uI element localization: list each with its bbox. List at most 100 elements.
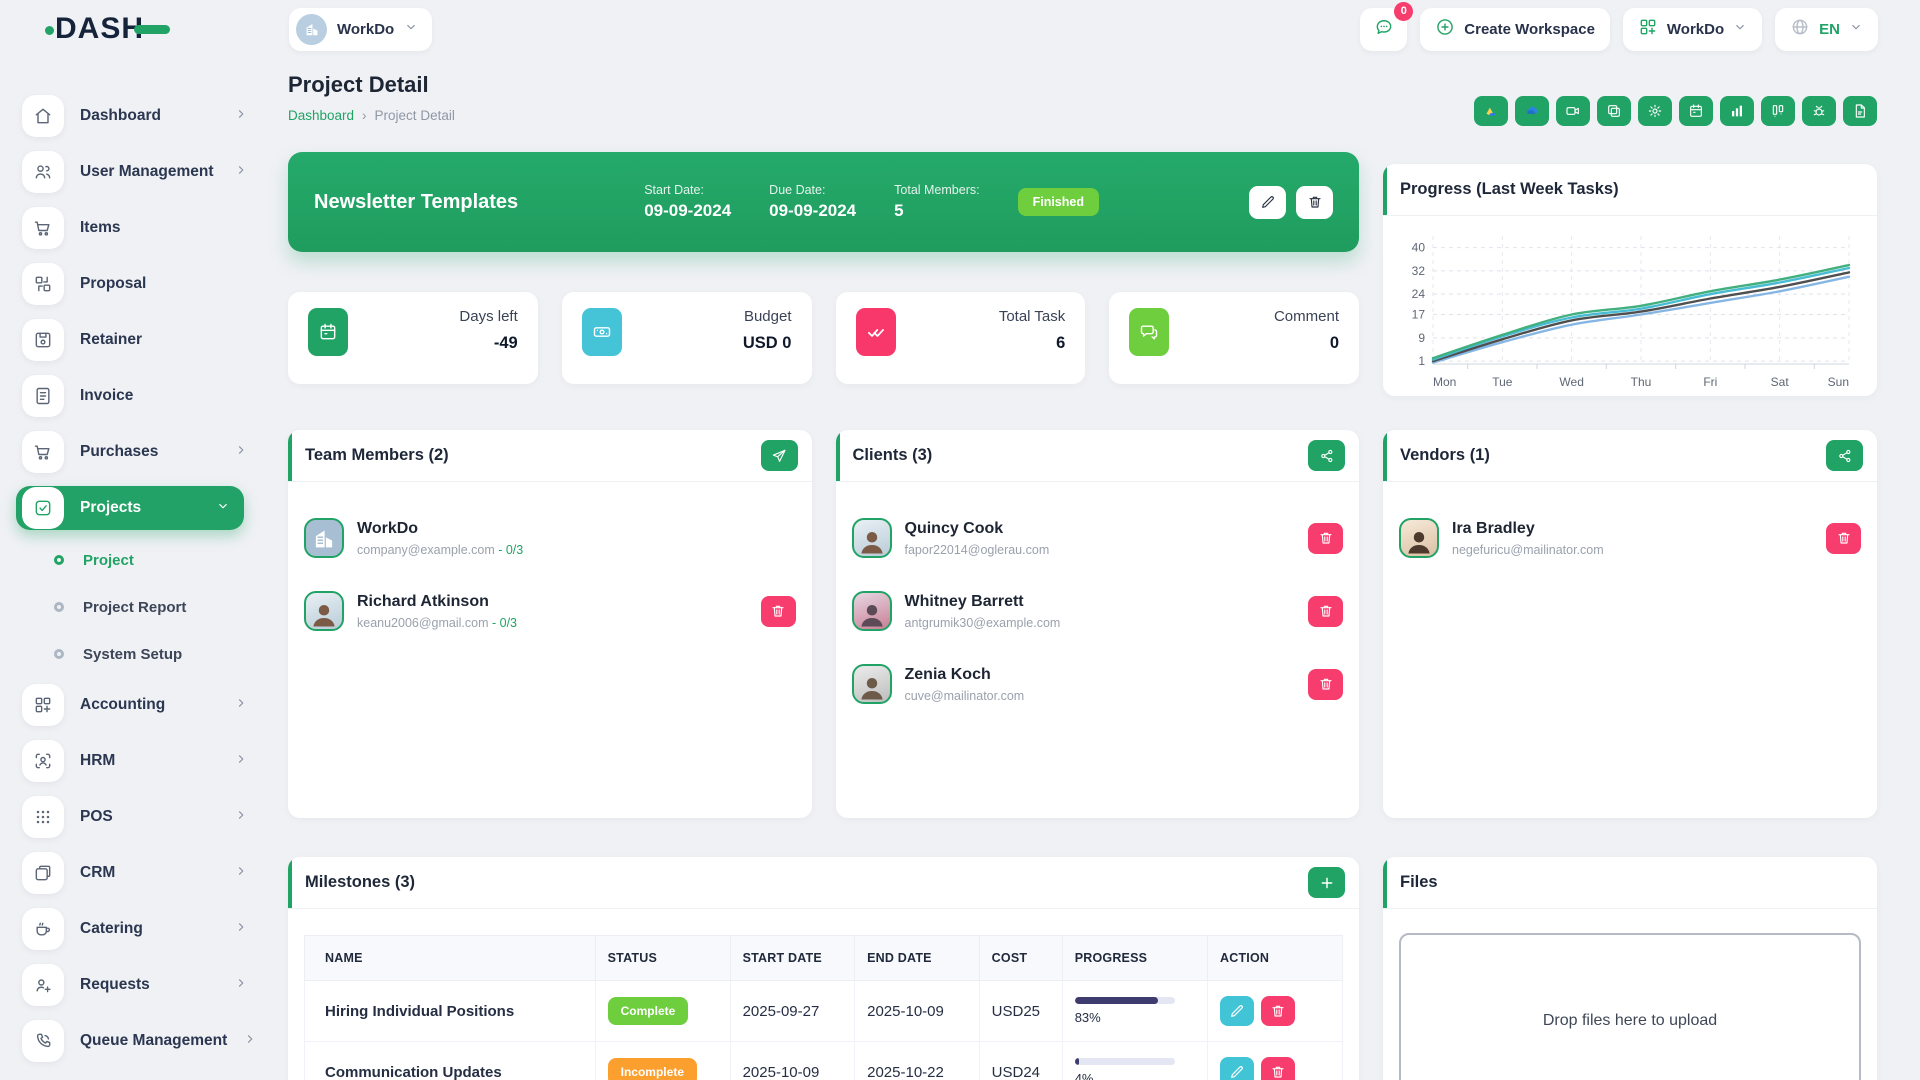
task-fraction: - 0/3	[498, 543, 523, 557]
file-toolbar-button[interactable]	[1843, 96, 1877, 126]
stat-value: 0	[1274, 334, 1339, 353]
logo-dot	[45, 26, 54, 35]
member-email: antgrumik30@example.com	[905, 616, 1061, 630]
sidebar-subitem-project-report[interactable]: Project Report	[16, 589, 262, 625]
gear-toolbar-button[interactable]	[1638, 96, 1672, 126]
sidebar-item-projects[interactable]: Projects	[16, 486, 244, 530]
delete-button[interactable]	[1308, 596, 1343, 627]
share-clients-button[interactable]	[1308, 440, 1345, 471]
stat-card-budget: BudgetUSD 0	[562, 292, 812, 384]
chevron-down-icon	[404, 20, 418, 39]
file-icon	[1852, 103, 1868, 119]
panel-title: Vendors (1)	[1400, 446, 1490, 465]
kanban-toolbar-button[interactable]	[1761, 96, 1795, 126]
panel-title: Progress (Last Week Tasks)	[1400, 180, 1619, 199]
sidebar-item-label: Requests	[80, 976, 218, 994]
sidebar-item-accounting[interactable]: Accounting	[16, 683, 262, 727]
sidebar-item-crm[interactable]: CRM	[16, 851, 262, 895]
sidebar-item-requests[interactable]: Requests	[16, 963, 262, 1007]
sidebar-icon-card	[22, 1020, 64, 1062]
sidebar-item-dashboard[interactable]: Dashboard	[16, 94, 262, 138]
pencil-icon	[1260, 194, 1276, 210]
workspace-switcher[interactable]: WorkDo	[1623, 8, 1762, 51]
milestone-name: Communication Updates	[305, 1042, 596, 1080]
sidebar-item-purchases[interactable]: Purchases	[16, 430, 262, 474]
drive-toolbar-button[interactable]	[1474, 96, 1508, 126]
workspace-pill[interactable]: WorkDo	[289, 8, 432, 51]
kanban-icon	[1770, 103, 1786, 119]
table-row: Communication UpdatesIncomplete2025-10-0…	[305, 1042, 1343, 1080]
delete-button[interactable]	[761, 596, 796, 627]
invite-member-button[interactable]	[761, 440, 798, 471]
edit-milestone-button[interactable]	[1220, 996, 1254, 1026]
edit-project-button[interactable]	[1249, 186, 1286, 219]
trash-icon	[1270, 1064, 1286, 1080]
sidebar-item-invoice[interactable]: Invoice	[16, 374, 262, 418]
stat-value: 6	[999, 334, 1065, 353]
delete-button[interactable]	[1826, 523, 1861, 554]
workspace-avatar	[296, 14, 327, 45]
sidebar-item-hrm[interactable]: HRM	[16, 739, 262, 783]
banknote-icon	[592, 322, 612, 342]
onedrive-toolbar-button[interactable]	[1515, 96, 1549, 126]
breadcrumb-dashboard-link[interactable]: Dashboard	[288, 108, 354, 123]
create-workspace-button[interactable]: Create Workspace	[1420, 8, 1610, 51]
sidebar-item-retainer[interactable]: Retainer	[16, 318, 262, 362]
list-item: Quincy Cookfapor22014@oglerau.com	[852, 518, 1344, 558]
sidebar-subitem-system-setup[interactable]: System Setup	[16, 636, 262, 672]
milestones-table: NAMESTATUSSTART DATEEND DATECOSTPROGRESS…	[304, 935, 1343, 1080]
calendar-toolbar-button[interactable]	[1679, 96, 1713, 126]
copy-icon	[1606, 103, 1622, 119]
stat-label: Days left	[459, 308, 517, 325]
sidebar-item-label: Items	[80, 219, 248, 237]
svg-text:17: 17	[1412, 308, 1426, 322]
edit-milestone-button[interactable]	[1220, 1057, 1254, 1080]
file-dropzone[interactable]: Drop files here to upload	[1399, 933, 1861, 1080]
sidebar-item-items[interactable]: Items	[16, 206, 262, 250]
member-email: keanu2006@gmail.com - 0/3	[357, 616, 517, 630]
bar-chart-toolbar-button[interactable]	[1720, 96, 1754, 126]
app-logo[interactable]: DASH	[55, 12, 170, 46]
sidebar: Dashboard User Management Items Proposal Ret…	[0, 58, 262, 1075]
sidebar-item-queue-management[interactable]: Queue Management	[16, 1019, 262, 1063]
svg-text:1: 1	[1418, 354, 1425, 368]
stat-card-total-task: Total Task6	[836, 292, 1086, 384]
delete-button[interactable]	[1308, 669, 1343, 700]
bug-toolbar-button[interactable]	[1802, 96, 1836, 126]
sidebar-item-proposal[interactable]: Proposal	[16, 262, 262, 306]
delete-milestone-button[interactable]	[1261, 996, 1295, 1026]
sidebar-item-user-management[interactable]: User Management	[16, 150, 262, 194]
share-vendors-button[interactable]	[1826, 440, 1863, 471]
add-milestone-button[interactable]	[1308, 867, 1345, 898]
chevron-down-icon	[1849, 20, 1863, 38]
bullet-ring-icon	[54, 649, 64, 659]
language-selector[interactable]: EN	[1775, 8, 1878, 51]
sidebar-subitem-project[interactable]: Project	[16, 542, 262, 578]
trash-icon	[1318, 603, 1334, 619]
task-fraction: - 0/3	[492, 616, 517, 630]
svg-text:Sat: Sat	[1771, 375, 1790, 389]
sidebar-icon-card	[22, 375, 64, 417]
column-header: END DATE	[855, 936, 980, 981]
plus-icon	[1319, 875, 1335, 891]
avatar	[852, 518, 892, 558]
person-icon	[1404, 526, 1434, 556]
chev-right-icon	[243, 1032, 257, 1046]
copy-toolbar-button[interactable]	[1597, 96, 1631, 126]
sidebar-item-label: HRM	[80, 752, 218, 770]
gear-icon	[1647, 103, 1663, 119]
sidebar-item-catering[interactable]: Catering	[16, 907, 262, 951]
video-toolbar-button[interactable]	[1556, 96, 1590, 126]
chat-button[interactable]: 0	[1360, 8, 1407, 51]
plus-circle-icon	[1435, 17, 1455, 41]
member-email: negefuricu@mailinator.com	[1452, 543, 1604, 557]
delete-milestone-button[interactable]	[1261, 1057, 1295, 1080]
delete-button[interactable]	[1308, 523, 1343, 554]
sidebar-item-pos[interactable]: POS	[16, 795, 262, 839]
onedrive-icon	[1524, 103, 1540, 119]
list-item: Zenia Kochcuve@mailinator.com	[852, 664, 1344, 704]
chev-right-icon	[234, 864, 248, 878]
plus-circle-icon	[1435, 17, 1455, 37]
delete-project-button[interactable]	[1296, 186, 1333, 219]
calendar-icon	[1688, 103, 1704, 119]
